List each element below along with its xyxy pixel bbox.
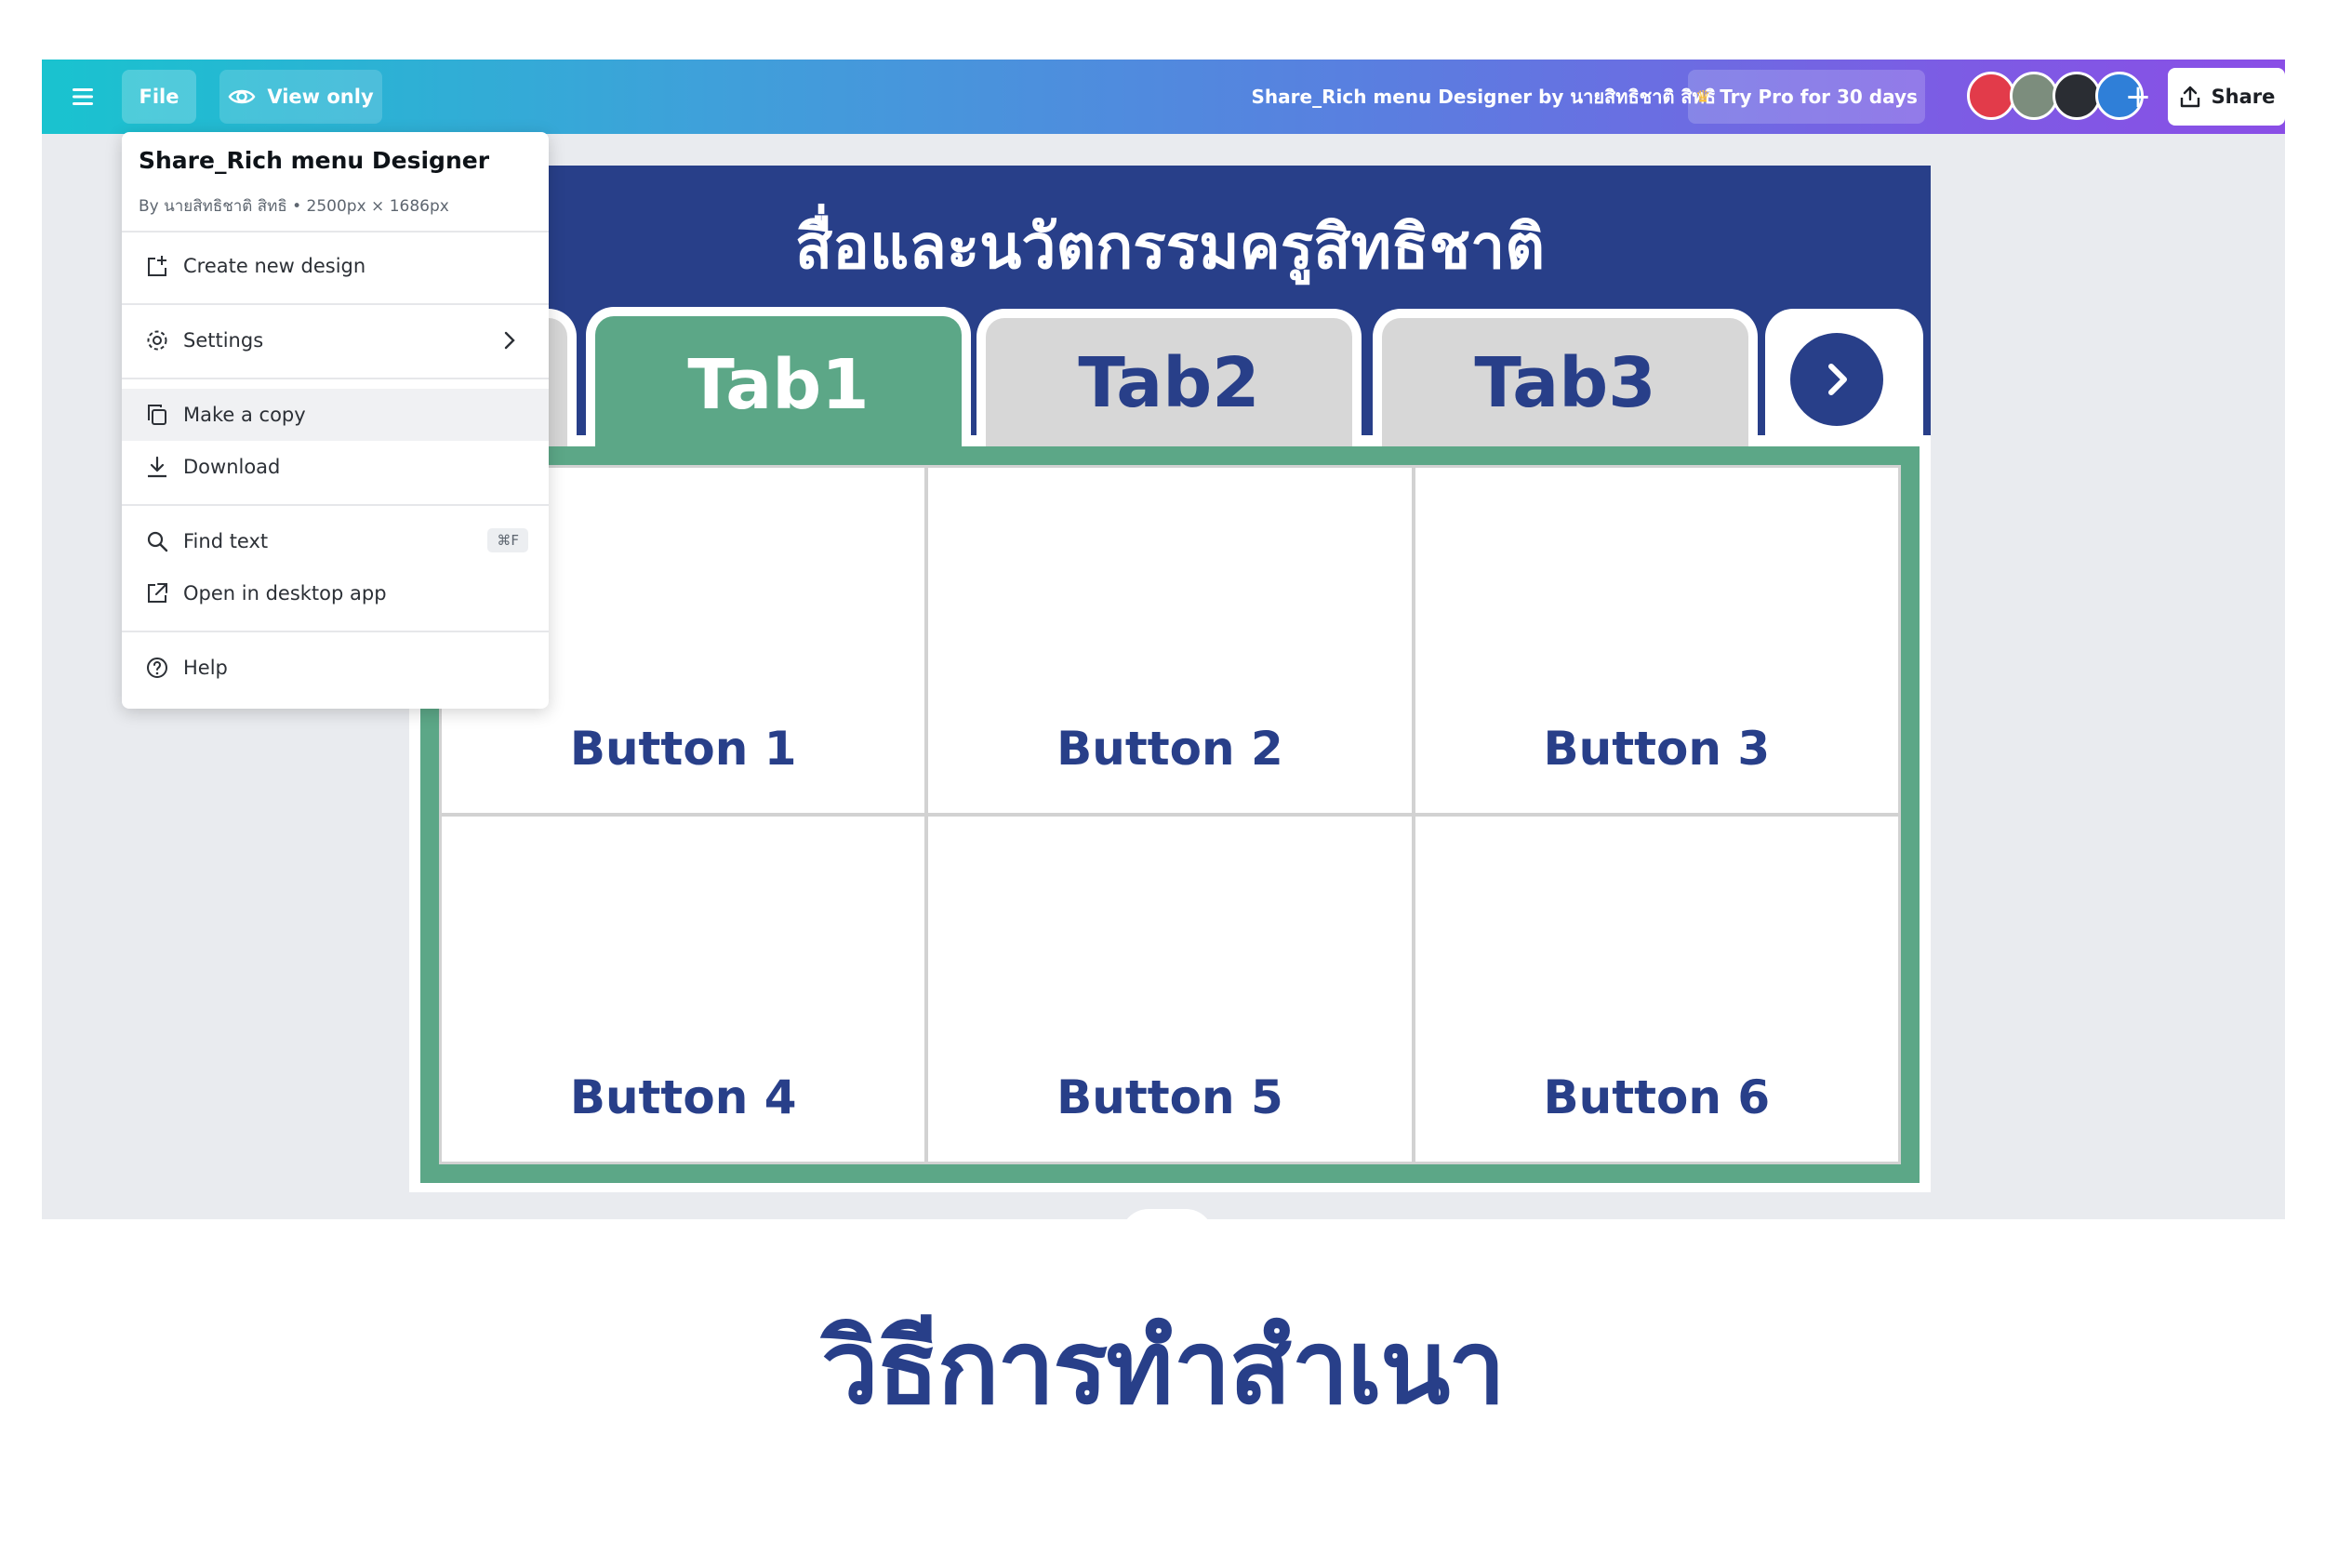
try-pro-label: Try Pro for 30 days — [1720, 86, 1918, 108]
chevron-right-icon — [1828, 364, 1847, 395]
tab-2[interactable]: Tab2 — [976, 309, 1362, 448]
grid-button-label: Button 2 — [1056, 722, 1283, 776]
gear-icon — [140, 324, 174, 357]
menu-item-download[interactable]: Download — [122, 441, 549, 493]
grid-button-label: Button 1 — [569, 722, 797, 776]
page-scroll-handle[interactable] — [1121, 1209, 1214, 1219]
view-only-label: View only — [267, 86, 374, 108]
avatar[interactable] — [2053, 72, 2101, 120]
menu-item-label: Help — [183, 657, 228, 679]
menu-item-open-desktop-app[interactable]: Open in desktop app — [122, 567, 549, 619]
eye-icon — [228, 89, 256, 104]
document-title[interactable]: Share_Rich menu Designer by นายสิทธิชาติ… — [1158, 60, 1716, 134]
menu-divider — [122, 378, 549, 379]
page-caption: วิธีการทำสำเนา — [820, 1308, 1506, 1427]
file-dropdown-menu: Share_Rich menu Designer By นายสิทธิชาติ… — [122, 132, 549, 709]
menu-item-label: Open in desktop app — [183, 582, 387, 605]
design-canvas[interactable]: สื่อและนวัตกรรมครูสิทธิชาติ Tab1 Tab2 Ta… — [372, 166, 1931, 1192]
menu-divider — [122, 504, 549, 506]
share-button[interactable]: Share — [2168, 68, 2285, 126]
menu-item-help[interactable]: Help — [122, 642, 549, 694]
grid-button-2[interactable]: Button 2 — [928, 468, 1412, 813]
menu-item-label: Find text — [183, 530, 269, 552]
grid-button-label: Button 3 — [1543, 722, 1771, 776]
grid-button-3[interactable]: Button 3 — [1415, 468, 1898, 813]
menu-item-find-text[interactable]: Find text ⌘F — [122, 515, 549, 567]
menu-item-label: Download — [183, 456, 281, 478]
grid-button-5[interactable]: Button 5 — [928, 817, 1412, 1162]
menu-item-label: Create new design — [183, 255, 366, 277]
tab-3[interactable]: Tab3 — [1373, 309, 1758, 448]
add-collaborator-button[interactable]: + — [2121, 73, 2155, 121]
menu-item-label: Settings — [183, 329, 264, 352]
hamburger-menu-button[interactable] — [64, 70, 101, 124]
grid-button-label: Button 6 — [1543, 1070, 1771, 1124]
avatar[interactable] — [1967, 72, 2015, 120]
file-menu-label: File — [139, 86, 179, 108]
menu-item-make-a-copy[interactable]: Make a copy — [122, 389, 549, 441]
crown-icon: ♛ — [1695, 86, 1711, 107]
editor-topbar: File View only Share_Rich menu Designer … — [42, 60, 2285, 134]
file-menu-button[interactable]: File — [122, 70, 196, 124]
grid-button-6[interactable]: Button 6 — [1415, 817, 1898, 1162]
keyboard-shortcut-badge: ⌘F — [487, 528, 528, 552]
hamburger-icon — [73, 88, 93, 105]
button-grid: Button 1 Button 2 Button 3 Button 4 Butt… — [439, 465, 1901, 1164]
avatar[interactable] — [2010, 72, 2058, 120]
menu-divider — [122, 303, 549, 305]
next-arrow-button[interactable] — [1790, 333, 1883, 426]
copy-icon — [140, 398, 174, 432]
upload-icon — [2180, 86, 2199, 108]
menu-divider — [122, 631, 549, 632]
chevron-right-icon — [498, 327, 521, 358]
menu-divider — [122, 231, 549, 233]
try-pro-button[interactable]: ♛ Try Pro for 30 days — [1688, 70, 1925, 124]
menu-item-label: Make a copy — [183, 404, 306, 426]
external-link-icon — [140, 577, 174, 610]
help-icon — [140, 651, 174, 684]
plus-icon: + — [2124, 78, 2152, 115]
create-design-icon — [140, 249, 174, 283]
view-only-button[interactable]: View only — [219, 70, 382, 124]
design-title: สื่อและนวัตกรรมครูสิทธิชาติ — [794, 210, 1546, 283]
collaborator-avatars — [1933, 60, 2194, 134]
app-screenshot: File View only Share_Rich menu Designer … — [42, 60, 2285, 1219]
share-label: Share — [2211, 86, 2276, 108]
search-icon — [140, 525, 174, 558]
tab-1[interactable]: Tab1 — [586, 307, 971, 454]
grid-button-label: Button 5 — [1056, 1070, 1283, 1124]
menu-item-create-new-design[interactable]: Create new design — [122, 240, 549, 292]
menu-design-subtitle: By นายสิทธิชาติ สิทธิ • 2500px × 1686px — [139, 197, 449, 216]
menu-design-title: Share_Rich menu Designer — [139, 147, 490, 174]
grid-button-4[interactable]: Button 4 — [442, 817, 925, 1162]
grid-button-label: Button 4 — [569, 1070, 797, 1124]
download-icon — [140, 450, 174, 484]
menu-item-settings[interactable]: Settings — [122, 314, 549, 366]
